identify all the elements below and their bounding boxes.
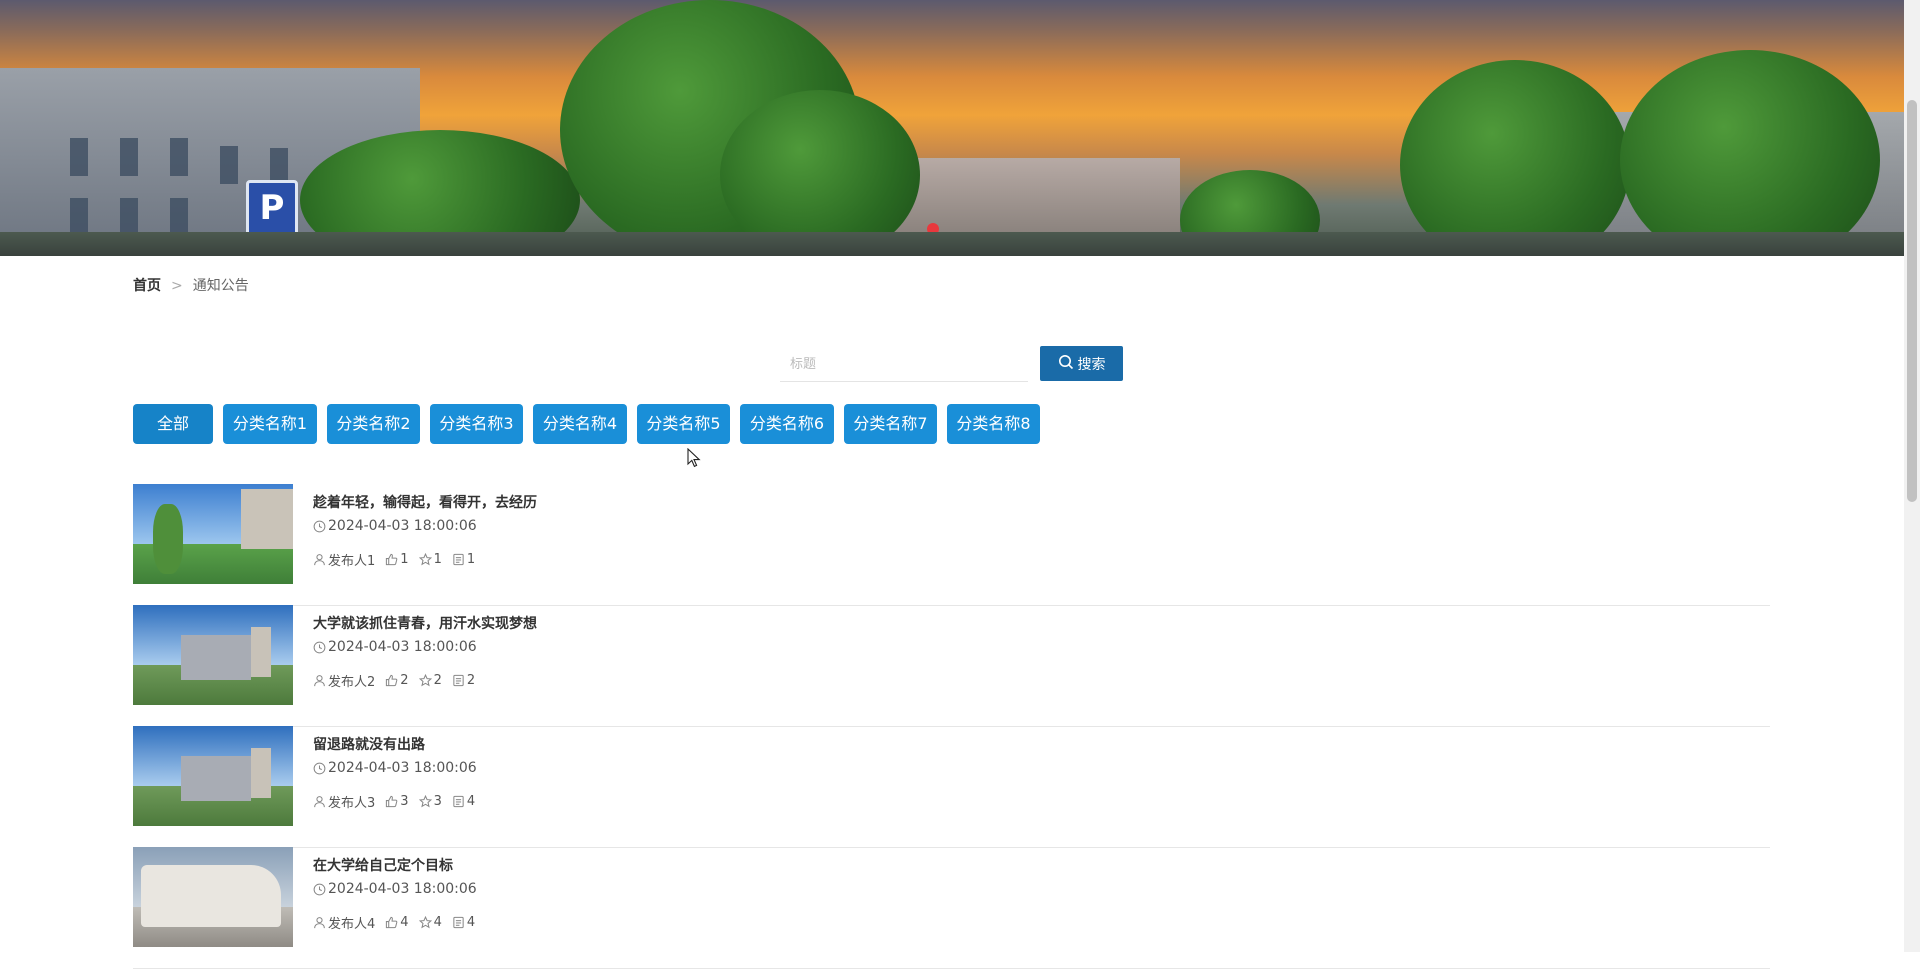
star-icon[interactable] bbox=[418, 795, 432, 808]
item-comment-count: 4 bbox=[466, 794, 476, 809]
clock-icon bbox=[313, 641, 326, 654]
category-button-4[interactable]: 分类名称4 bbox=[533, 404, 627, 444]
item-thumbnail[interactable] bbox=[133, 484, 293, 584]
thumbs-up-icon[interactable] bbox=[385, 795, 398, 808]
item-time: 2024-04-03 18:00:06 bbox=[313, 881, 477, 897]
thumbs-up-icon[interactable] bbox=[385, 553, 398, 566]
item-meta: 发布人2 2 2 2 bbox=[313, 671, 485, 690]
comment-icon[interactable] bbox=[452, 674, 465, 687]
item-author: 发布人4 bbox=[328, 917, 376, 932]
item-author: 发布人2 bbox=[328, 675, 376, 690]
clock-icon bbox=[313, 520, 326, 533]
item-like-count: 2 bbox=[400, 673, 409, 688]
item-author: 发布人1 bbox=[328, 554, 376, 569]
item-thumbnail[interactable] bbox=[133, 847, 293, 947]
user-icon bbox=[313, 553, 326, 566]
clock-icon bbox=[313, 762, 326, 775]
search-input[interactable] bbox=[780, 348, 1028, 382]
item-title[interactable]: 大学就该抓住青春，用汗水实现梦想 bbox=[313, 613, 537, 633]
comment-icon[interactable] bbox=[452, 795, 465, 808]
item-like-count: 3 bbox=[400, 794, 409, 809]
breadcrumb: 首页 > 通知公告 bbox=[133, 276, 249, 296]
breadcrumb-separator: > bbox=[171, 278, 183, 294]
breadcrumb-current: 通知公告 bbox=[192, 278, 249, 294]
item-favorite-count: 3 bbox=[433, 794, 442, 809]
vertical-scrollbar[interactable] bbox=[1904, 0, 1920, 952]
item-comment-count: 1 bbox=[466, 552, 476, 567]
list-item[interactable]: 大学就该抓住青春，用汗水实现梦想 2024-04-03 18:00:06 发布人… bbox=[133, 605, 1770, 727]
banner-image: P bbox=[0, 0, 1904, 256]
item-favorite-count: 2 bbox=[433, 673, 442, 688]
category-button-3[interactable]: 分类名称3 bbox=[430, 404, 523, 444]
item-meta: 发布人3 3 3 4 bbox=[313, 792, 485, 811]
search-icon bbox=[1058, 354, 1074, 374]
category-button-5[interactable]: 分类名称5 bbox=[637, 404, 730, 444]
item-favorite-count: 1 bbox=[433, 552, 442, 567]
star-icon[interactable] bbox=[418, 916, 432, 929]
item-title[interactable]: 趁着年轻，输得起，看得开，去经历 bbox=[313, 492, 537, 512]
item-title[interactable]: 留退路就没有出路 bbox=[313, 734, 425, 754]
comment-icon[interactable] bbox=[452, 553, 465, 566]
item-thumbnail[interactable] bbox=[133, 605, 293, 705]
comment-icon[interactable] bbox=[452, 916, 465, 929]
thumbs-up-icon[interactable] bbox=[385, 674, 398, 687]
item-meta: 发布人1 1 1 1 bbox=[313, 550, 485, 569]
item-time: 2024-04-03 18:00:06 bbox=[313, 518, 477, 534]
category-button-8[interactable]: 分类名称8 bbox=[947, 404, 1040, 444]
item-comment-count: 2 bbox=[466, 673, 476, 688]
item-comment-count: 4 bbox=[466, 915, 476, 930]
item-time-text: 2024-04-03 18:00:06 bbox=[328, 760, 477, 776]
item-time-text: 2024-04-03 18:00:06 bbox=[328, 518, 477, 534]
item-thumbnail[interactable] bbox=[133, 726, 293, 826]
category-button-7[interactable]: 分类名称7 bbox=[844, 404, 937, 444]
breadcrumb-home-link[interactable]: 首页 bbox=[133, 278, 161, 294]
item-time: 2024-04-03 18:00:06 bbox=[313, 760, 477, 776]
item-meta: 发布人4 4 4 4 bbox=[313, 913, 485, 932]
item-time-text: 2024-04-03 18:00:06 bbox=[328, 639, 477, 655]
item-favorite-count: 4 bbox=[433, 915, 442, 930]
search-button-label: 搜索 bbox=[1077, 356, 1106, 373]
category-button-2[interactable]: 分类名称2 bbox=[327, 404, 420, 444]
category-button-1[interactable]: 分类名称1 bbox=[223, 404, 317, 444]
list-item[interactable]: 趁着年轻，输得起，看得开，去经历 2024-04-03 18:00:06 发布人… bbox=[133, 484, 1770, 606]
item-like-count: 4 bbox=[400, 915, 409, 930]
user-icon bbox=[313, 674, 326, 687]
star-icon[interactable] bbox=[418, 674, 432, 687]
user-icon bbox=[313, 795, 326, 808]
item-author: 发布人3 bbox=[328, 796, 376, 811]
item-title[interactable]: 在大学给自己定个目标 bbox=[313, 855, 453, 875]
user-icon bbox=[313, 916, 326, 929]
scrollbar-thumb[interactable] bbox=[1907, 100, 1917, 502]
category-button-all[interactable]: 全部 bbox=[133, 404, 213, 444]
clock-icon bbox=[313, 883, 326, 896]
item-like-count: 1 bbox=[400, 552, 409, 567]
search-button[interactable]: 搜索 bbox=[1040, 346, 1123, 381]
item-time-text: 2024-04-03 18:00:06 bbox=[328, 881, 477, 897]
list-item[interactable]: 在大学给自己定个目标 2024-04-03 18:00:06 发布人4 4 4 … bbox=[133, 847, 1770, 969]
star-icon[interactable] bbox=[418, 553, 432, 566]
mouse-cursor-icon bbox=[687, 448, 701, 468]
item-time: 2024-04-03 18:00:06 bbox=[313, 639, 477, 655]
category-button-6[interactable]: 分类名称6 bbox=[740, 404, 834, 444]
thumbs-up-icon[interactable] bbox=[385, 916, 398, 929]
list-item[interactable]: 留退路就没有出路 2024-04-03 18:00:06 发布人3 3 3 4 bbox=[133, 726, 1770, 848]
